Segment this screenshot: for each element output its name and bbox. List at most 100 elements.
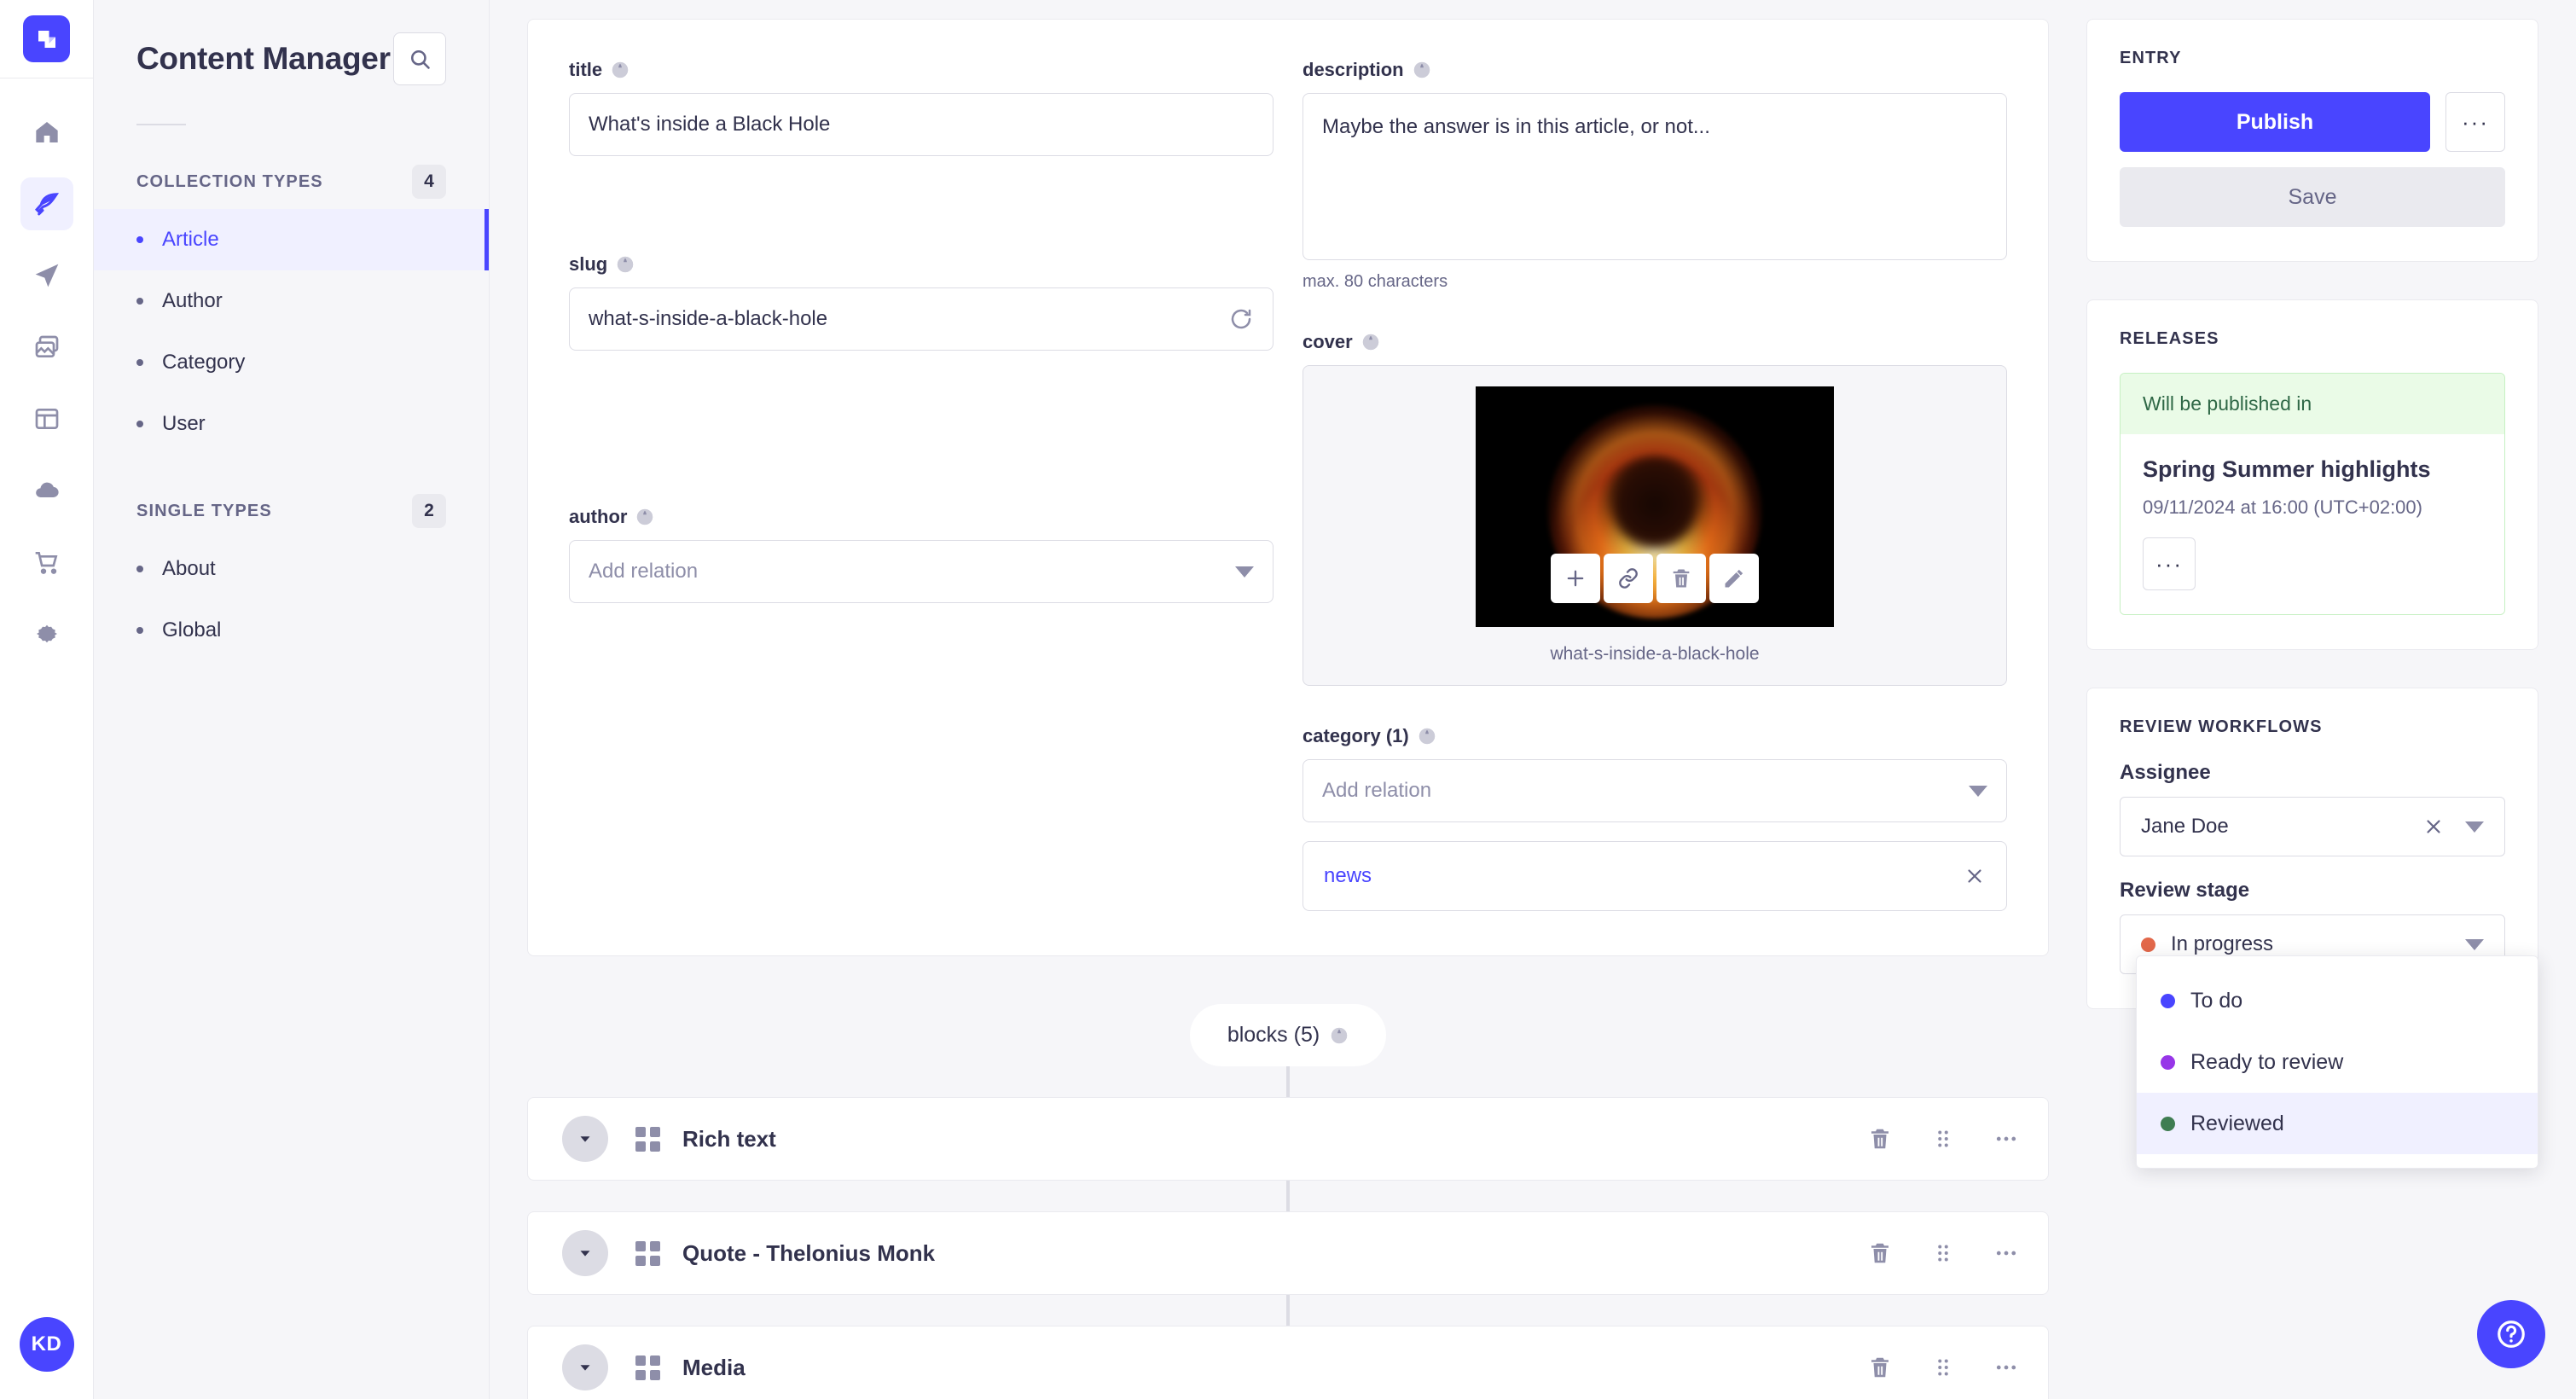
field-category: category (1) Add relation news — [1303, 725, 2007, 911]
chevron-down-icon[interactable] — [2465, 938, 2484, 950]
drag-dots-icon[interactable] — [1930, 1355, 1956, 1380]
entry-more-button[interactable]: ··· — [2445, 92, 2505, 152]
component-grid-icon — [635, 1355, 660, 1380]
save-button[interactable]: Save — [2120, 167, 2505, 227]
block-title: Quote - Thelonius Monk — [682, 1239, 936, 1266]
release-more-button[interactable]: ··· — [2143, 537, 2196, 590]
globe-icon — [1361, 333, 1380, 351]
collapse-toggle-button[interactable] — [562, 1116, 608, 1162]
ellipsis-icon[interactable] — [1993, 1126, 2019, 1152]
block-row[interactable]: Rich text — [527, 1097, 2049, 1181]
description-label: description — [1303, 59, 1404, 80]
sidebar-group-single-types: SINGLE TYPES 2 About Global — [94, 494, 489, 661]
category-relation-item[interactable]: news — [1303, 841, 2007, 911]
avatar[interactable]: KD — [19, 1317, 74, 1372]
strapi-logo-icon[interactable] — [23, 15, 70, 62]
dropdown-option-reviewed[interactable]: Reviewed — [2137, 1093, 2538, 1154]
trash-icon[interactable] — [1867, 1240, 1893, 1266]
sidebar-item-settings[interactable] — [20, 607, 73, 660]
sidebar-item-article[interactable]: Article — [94, 209, 489, 270]
field-title: title What's inside a Black Hole — [569, 59, 1273, 156]
form-column-right: description Maybe the answer is in this … — [1303, 59, 2007, 911]
plus-icon — [1567, 570, 1584, 587]
sidebar-item-media-library[interactable] — [20, 321, 73, 374]
strapi-admin-app: KD Content Manager COLLECTION TYPES 4 Ar… — [0, 0, 2576, 1399]
home-icon — [35, 122, 58, 142]
review-stage-dropdown: To do Ready to review Reviewed — [2136, 955, 2538, 1169]
ellipsis-icon[interactable] — [1993, 1240, 2019, 1266]
ellipsis-icon[interactable] — [1993, 1355, 2019, 1380]
review-panel-title: REVIEW WORKFLOWS — [2120, 717, 2323, 736]
drag-dots-icon[interactable] — [1930, 1126, 1956, 1152]
sidebar-item-home[interactable] — [20, 106, 73, 159]
sidebar-item-pages[interactable] — [20, 392, 73, 445]
entry-form-column: title What's inside a Black Hole slug wh… — [527, 19, 2049, 1399]
dropdown-option-ready-to-review[interactable]: Ready to review — [2137, 1031, 2538, 1093]
page-title: Content Manager — [136, 41, 391, 76]
stage-color-dot — [2161, 1054, 2175, 1070]
sidebar-item-about[interactable]: About — [94, 538, 489, 600]
block-row[interactable]: Media — [527, 1326, 2049, 1399]
group-label: SINGLE TYPES — [136, 501, 272, 520]
search-button[interactable] — [393, 32, 446, 85]
chevron-down-icon[interactable] — [1235, 566, 1254, 578]
trash-icon[interactable] — [1867, 1355, 1893, 1380]
help-button[interactable] — [2477, 1300, 2545, 1368]
block-actions — [1867, 1126, 2019, 1152]
add-asset-button[interactable] — [1551, 554, 1600, 603]
copy-link-button[interactable] — [1604, 554, 1653, 603]
sidebar-item-user[interactable]: User — [94, 393, 489, 455]
remove-relation-icon[interactable] — [1964, 865, 1986, 887]
cover-asset-box: what-s-inside-a-black-hole — [1303, 365, 2007, 686]
block-row[interactable]: Quote - Thelonius Monk — [527, 1211, 2049, 1295]
stage-color-dot — [2161, 1116, 2175, 1131]
description-hint: max. 80 characters — [1303, 272, 1448, 291]
description-textarea[interactable]: Maybe the answer is in this article, or … — [1303, 93, 2007, 260]
collapse-toggle-button[interactable] — [562, 1230, 608, 1276]
publish-button[interactable]: Publish — [2120, 92, 2430, 152]
bullet-icon — [136, 236, 143, 243]
category-placeholder: Add relation — [1322, 779, 1432, 802]
author-label-row: author — [569, 506, 1273, 528]
globe-icon — [1413, 61, 1431, 79]
chevron-down-icon[interactable] — [1969, 785, 1987, 797]
chevron-down-icon[interactable] — [2465, 821, 2484, 833]
trash-icon[interactable] — [1867, 1126, 1893, 1152]
cover-image[interactable] — [1476, 386, 1834, 627]
sidebar-item-author[interactable]: Author — [94, 270, 489, 332]
title-input[interactable]: What's inside a Black Hole — [569, 93, 1273, 156]
sidebar-item-marketplace[interactable] — [20, 536, 73, 589]
sidebar-group-collection-types: COLLECTION TYPES 4 Article Author Catego… — [94, 165, 489, 455]
sidebar-item-global[interactable]: Global — [94, 600, 489, 661]
delete-asset-button[interactable] — [1656, 554, 1706, 603]
sidebar-header: Content Manager — [94, 0, 489, 85]
close-icon[interactable] — [2422, 816, 2445, 838]
sidebar-item-cloud[interactable] — [20, 464, 73, 517]
blocks-count-label: blocks (5) — [1227, 1023, 1320, 1047]
assignee-select[interactable]: Jane Doe — [2120, 797, 2505, 856]
globe-icon — [635, 508, 654, 526]
category-relation-select[interactable]: Add relation — [1303, 759, 2007, 822]
refresh-icon[interactable] — [1228, 306, 1254, 332]
cover-file-name: what-s-inside-a-black-hole — [1550, 644, 1760, 664]
sidebar-item-label: Global — [162, 618, 222, 641]
dropdown-option-to-do[interactable]: To do — [2137, 970, 2538, 1031]
author-relation-select[interactable]: Add relation — [569, 540, 1273, 603]
entry-panel: ENTRY Publish ··· Save — [2086, 19, 2538, 262]
drag-dots-icon[interactable] — [1930, 1240, 1956, 1266]
cover-label-row: cover — [1303, 331, 2007, 353]
edit-asset-button[interactable] — [1709, 554, 1759, 603]
sidebar-item-content-manager[interactable] — [20, 177, 73, 230]
group-count-badge: 2 — [412, 494, 446, 528]
collapse-toggle-button[interactable] — [562, 1344, 608, 1390]
release-card: Will be published in Spring Summer highl… — [2120, 373, 2505, 615]
description-label-row: description — [1303, 59, 2007, 81]
block-actions — [1867, 1355, 2019, 1380]
sidebar-item-category[interactable]: Category — [94, 332, 489, 393]
sidebar-item-content-type-builder[interactable] — [20, 249, 73, 302]
slug-input[interactable]: what-s-inside-a-black-hole — [569, 287, 1273, 351]
releases-panel: RELEASES Will be published in Spring Sum… — [2086, 299, 2538, 650]
chevron-down-icon — [580, 1365, 590, 1371]
